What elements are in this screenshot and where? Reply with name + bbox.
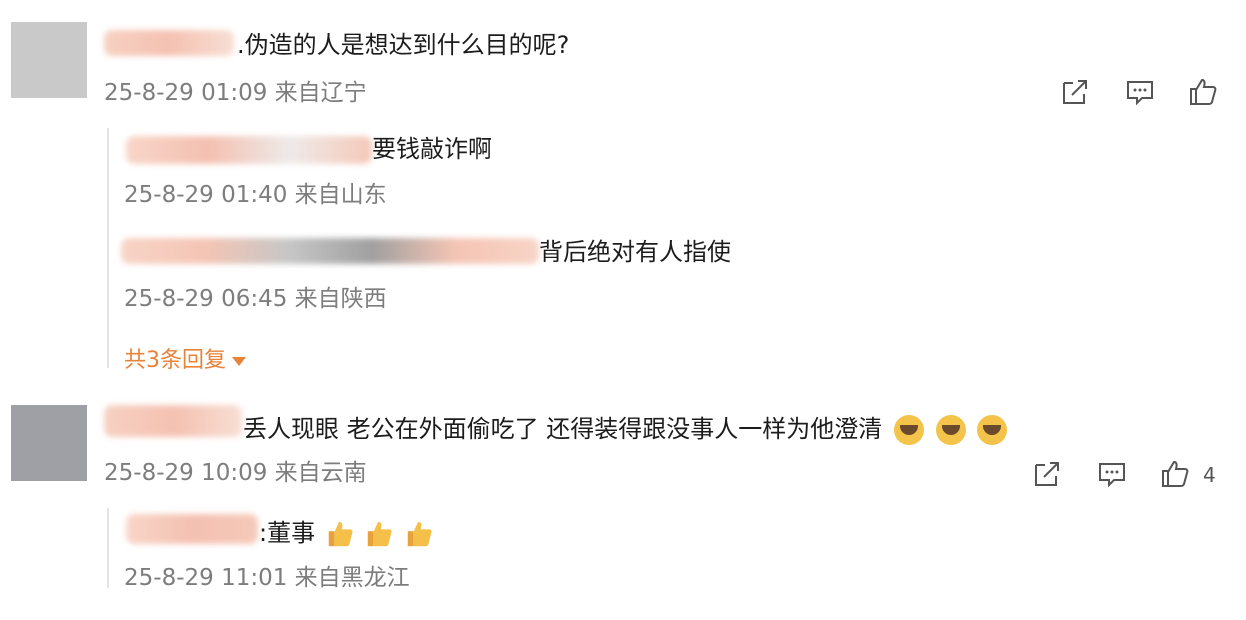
share-icon[interactable] <box>1031 458 1063 490</box>
comment-meta: 25-8-29 10:09 来自云南 <box>104 460 367 486</box>
like-count: 4 <box>1203 463 1216 487</box>
comment-text: 丢人现眼 老公在外面偷吃了 还得装得跟没事人一样为他澄清 <box>243 414 1008 445</box>
reply-thread-line <box>107 128 109 368</box>
comment-icon[interactable] <box>1096 458 1128 490</box>
thumbs-up-emoji <box>328 521 353 547</box>
avatar[interactable] <box>11 405 87 481</box>
more-replies-label: 共3条回复 <box>124 348 226 373</box>
comment-text: .伪造的人是想达到什么目的呢? <box>237 31 570 59</box>
comment-meta: 25-8-29 01:09 来自辽宁 <box>104 80 367 106</box>
blurred-username <box>104 405 242 437</box>
reply-text: 背后绝对有人指使 <box>539 238 731 266</box>
reply-meta: 25-8-29 06:45 来自陕西 <box>124 286 387 312</box>
reply-meta: 25-8-29 11:01 来自黑龙江 <box>124 565 410 591</box>
more-replies-link[interactable]: 共3条回复 <box>124 342 246 374</box>
blurred-username <box>121 238 539 264</box>
reply-text-content: :董事 <box>259 519 316 547</box>
thumbs-up-emoji <box>407 521 432 547</box>
reply-text: 要钱敲诈啊 <box>372 135 492 163</box>
reply-thread-line <box>107 508 109 588</box>
crying-laughing-emoji <box>935 415 966 445</box>
chevron-down-icon <box>232 356 246 366</box>
crying-laughing-emoji <box>893 415 924 445</box>
comment-text-content: 丢人现眼 老公在外面偷吃了 还得装得跟没事人一样为他澄清 <box>243 415 883 443</box>
blurred-username <box>126 136 372 164</box>
comment-icon[interactable] <box>1124 76 1156 108</box>
blurred-username <box>104 30 234 56</box>
crying-laughing-emoji <box>977 415 1008 445</box>
thumbs-up-emoji <box>368 521 392 547</box>
share-icon[interactable] <box>1059 76 1091 108</box>
thumbs-up-icon[interactable] <box>1187 76 1219 108</box>
reply-meta: 25-8-29 01:40 来自山东 <box>124 182 387 208</box>
thumbs-up-icon[interactable] <box>1159 458 1191 490</box>
blurred-username <box>126 514 258 544</box>
reply-text: :董事 <box>259 518 434 549</box>
avatar[interactable] <box>11 22 87 98</box>
